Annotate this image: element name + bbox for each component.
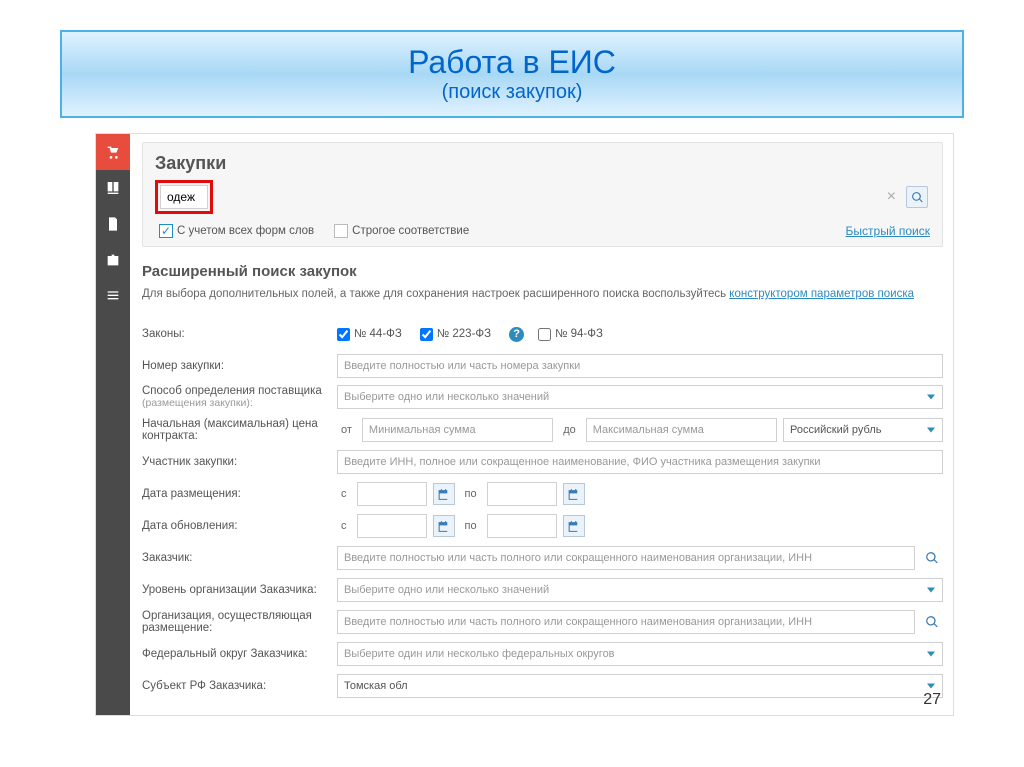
select-supplier-method[interactable]: Выберите одно или несколько значений (337, 385, 943, 409)
sidebar-item-purchases[interactable] (96, 134, 130, 170)
checkbox-all-forms[interactable]: С учетом всех форм слов (159, 224, 314, 238)
row-placing-org: Организация, осуществляющая размещение: … (142, 609, 943, 635)
search-highlight (155, 180, 213, 214)
calendar-icon[interactable] (563, 515, 585, 537)
input-placement-to[interactable] (487, 482, 557, 506)
row-price: Начальная (максимальная) цена контракта:… (142, 417, 943, 443)
sidebar-item-list[interactable] (96, 278, 130, 314)
slide-subtitle: (поиск закупок) (62, 81, 962, 104)
label-update-date: Дата обновления: (142, 520, 337, 532)
select-currency[interactable]: Российский рубль (783, 418, 943, 442)
label-org-level: Уровень организации Заказчика: (142, 584, 337, 596)
search-placing-org-icon[interactable] (921, 611, 943, 633)
input-purchase-no[interactable]: Введите полностью или часть номера закуп… (337, 354, 943, 378)
row-placement-date: Дата размещения: с по (142, 481, 943, 507)
input-customer[interactable]: Введите полностью или часть полного или … (337, 546, 915, 570)
calendar-icon[interactable] (433, 483, 455, 505)
sidebar-item-doc[interactable] (96, 206, 130, 242)
row-update-date: Дата обновления: с по (142, 513, 943, 539)
label-laws: Законы: (142, 328, 337, 340)
sidebar-item-briefcase[interactable] (96, 242, 130, 278)
label-placement-date: Дата размещения: (142, 488, 337, 500)
sidebar (96, 134, 130, 715)
checkbox-law-223[interactable]: № 223-ФЗ (420, 328, 491, 341)
row-org-level: Уровень организации Заказчика: Выберите … (142, 577, 943, 603)
clear-icon[interactable]: × (887, 188, 896, 206)
slide-header: Работа в ЕИС (поиск закупок) (60, 30, 964, 118)
row-participant: Участник закупки: Введите ИНН, полное ил… (142, 449, 943, 475)
search-row: × (155, 180, 930, 214)
label-fed-district: Федеральный округ Заказчика: (142, 648, 337, 660)
page-number: 27 (923, 691, 941, 709)
input-update-to[interactable] (487, 514, 557, 538)
select-subject-rf[interactable]: Томская обл (337, 674, 943, 698)
calendar-icon[interactable] (433, 515, 455, 537)
select-org-level[interactable]: Выберите одно или несколько значений (337, 578, 943, 602)
sidebar-item-book[interactable] (96, 170, 130, 206)
checkbox-law-44[interactable]: № 44-ФЗ (337, 328, 402, 341)
label-price: Начальная (максимальная) цена контракта: (142, 418, 337, 442)
label-purchase-no: Номер закупки: (142, 360, 337, 372)
input-update-from[interactable] (357, 514, 427, 538)
row-customer: Заказчик: Введите полностью или часть по… (142, 545, 943, 571)
label-supplier-method: Способ определения поставщика (142, 385, 329, 397)
app-frame: Закупки × С учетом всех форм слов Стро (95, 133, 954, 716)
advanced-desc: Для выбора дополнительных полей, а также… (142, 286, 943, 303)
label-customer: Заказчик: (142, 552, 337, 564)
input-participant[interactable]: Введите ИНН, полное или сокращенное наим… (337, 450, 943, 474)
row-purchase-no: Номер закупки: Введите полностью или час… (142, 353, 943, 379)
row-subject-rf: Субъект РФ Заказчика: Томская обл (142, 673, 943, 699)
advanced-title: Расширенный поиск закупок (142, 263, 943, 280)
search-customer-icon[interactable] (921, 547, 943, 569)
label-placing-org: Организация, осуществляющая размещение: (142, 610, 337, 634)
input-max-sum[interactable]: Максимальная сумма (586, 418, 777, 442)
main-panel: Закупки × С учетом всех форм слов Стро (130, 134, 953, 715)
row-laws: Законы: № 44-ФЗ № 223-ФЗ ? № 94-ФЗ (142, 321, 943, 347)
search-actions: × (887, 186, 930, 208)
row-supplier-method: Способ определения поставщика (размещени… (142, 385, 943, 411)
label-subject-rf: Субъект РФ Заказчика: (142, 680, 337, 692)
search-input-wrapper (160, 185, 208, 209)
slide-title: Работа в ЕИС (62, 44, 962, 81)
input-placing-org[interactable]: Введите полностью или часть полного или … (337, 610, 915, 634)
label-participant: Участник закупки: (142, 456, 337, 468)
checkbox-strict[interactable]: Строгое соответствие (334, 224, 469, 238)
panel-title: Закупки (155, 153, 930, 174)
help-icon[interactable]: ? (509, 327, 524, 342)
checkbox-law-94[interactable]: № 94-ФЗ (538, 328, 603, 341)
search-button[interactable] (906, 186, 928, 208)
constructor-link[interactable]: конструктором параметров поиска (729, 288, 914, 300)
select-fed-district[interactable]: Выберите один или несколько федеральных … (337, 642, 943, 666)
row-fed-district: Федеральный округ Заказчика: Выберите од… (142, 641, 943, 667)
search-input[interactable] (167, 190, 201, 204)
input-placement-from[interactable] (357, 482, 427, 506)
search-panel: Закупки × С учетом всех форм слов Стро (142, 142, 943, 247)
search-options: С учетом всех форм слов Строгое соответс… (155, 220, 930, 238)
input-min-sum[interactable]: Минимальная сумма (362, 418, 553, 442)
quick-search-link[interactable]: Быстрый поиск (846, 224, 930, 238)
calendar-icon[interactable] (563, 483, 585, 505)
